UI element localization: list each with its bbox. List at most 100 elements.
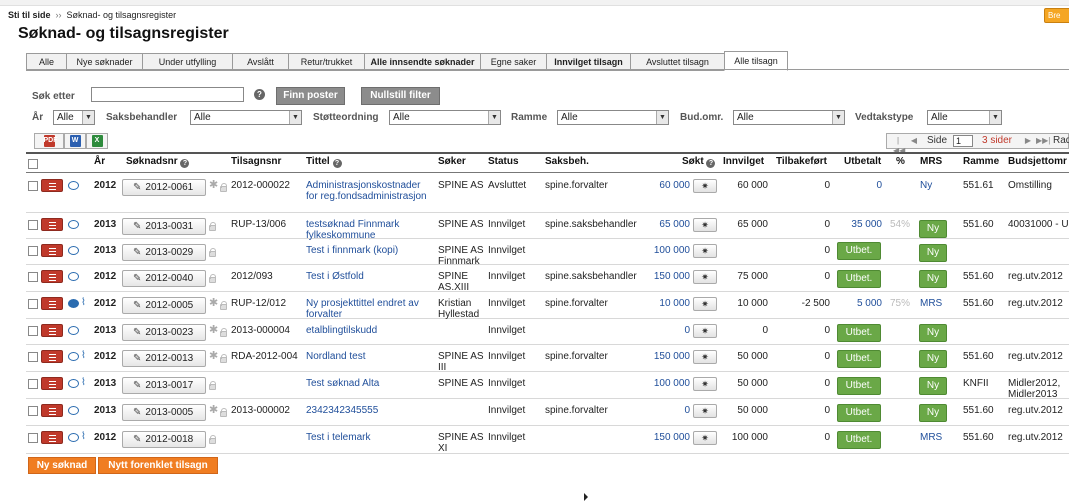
- payout-button[interactable]: Utbet.: [837, 350, 881, 368]
- mrs-new-button[interactable]: Ny: [919, 324, 947, 342]
- row-menu-button[interactable]: [41, 218, 63, 231]
- application-number-button[interactable]: ✎ 2012-0040: [122, 270, 206, 287]
- search-input[interactable]: [91, 87, 244, 102]
- row-menu-button[interactable]: [41, 297, 63, 310]
- gear-icon[interactable]: ✷: [693, 244, 717, 258]
- row-menu-button[interactable]: [41, 270, 63, 283]
- mrs-link[interactable]: MRS: [920, 298, 942, 309]
- column-header-frame[interactable]: Ramme: [963, 156, 999, 172]
- next-page-icon[interactable]: ▶: [1023, 136, 1033, 146]
- column-header-applicant[interactable]: Søker: [438, 156, 466, 172]
- export-pdf-button[interactable]: PDF: [34, 133, 64, 149]
- comment-icon[interactable]: [68, 299, 79, 308]
- gear-icon[interactable]: ✷: [693, 431, 717, 445]
- row-menu-button[interactable]: [41, 244, 63, 257]
- tab-10[interactable]: Alle tilsagn: [724, 51, 788, 71]
- gear-icon[interactable]: ✷: [693, 179, 717, 193]
- gear-icon[interactable]: ✷: [693, 377, 717, 391]
- comment-icon[interactable]: [68, 406, 79, 415]
- comment-icon[interactable]: [68, 272, 79, 281]
- column-header-applied[interactable]: Søkt ?: [682, 156, 716, 172]
- help-icon[interactable]: ?: [706, 159, 716, 168]
- row-checkbox[interactable]: [28, 433, 38, 443]
- application-number-button[interactable]: ✎ 2013-0029: [122, 244, 206, 261]
- payout-button[interactable]: Utbet.: [837, 242, 881, 260]
- application-title-link[interactable]: Test i Østfold: [306, 271, 434, 282]
- column-header-status[interactable]: Status: [488, 156, 519, 172]
- application-title-link[interactable]: Administrasjonskostnader for reg.fondsad…: [306, 180, 434, 202]
- top-right-button[interactable]: Bre: [1044, 8, 1069, 23]
- column-header-mrs[interactable]: MRS: [920, 156, 942, 172]
- year-filter-select[interactable]: Alle ▼: [53, 110, 95, 125]
- gear-icon[interactable]: ✷: [693, 297, 717, 311]
- application-number-button[interactable]: ✎ 2012-0013: [122, 350, 206, 367]
- mrs-link[interactable]: MRS: [920, 432, 942, 443]
- column-header-pct[interactable]: %: [896, 156, 905, 172]
- attachment-icon[interactable]: ⌇: [81, 351, 86, 361]
- comment-icon[interactable]: [68, 433, 79, 442]
- application-title-link[interactable]: Test i finnmark (kopi): [306, 245, 434, 256]
- new-application-button[interactable]: Ny søknad: [28, 457, 96, 474]
- row-checkbox[interactable]: [28, 326, 38, 336]
- row-checkbox[interactable]: [28, 379, 38, 389]
- gear-icon[interactable]: ✷: [693, 350, 717, 364]
- export-excel-button[interactable]: X: [86, 133, 108, 149]
- column-header-nr[interactable]: Søknadsnr ?: [126, 156, 190, 172]
- payout-button[interactable]: Utbet.: [837, 270, 881, 288]
- row-checkbox[interactable]: [28, 220, 38, 230]
- help-icon[interactable]: ?: [332, 159, 342, 168]
- column-header-budget[interactable]: Budsjettomr: [1008, 156, 1067, 172]
- mrs-link[interactable]: Ny: [920, 180, 932, 191]
- application-number-button[interactable]: ✎ 2012-0005: [122, 297, 206, 314]
- application-title-link[interactable]: testsøknad Finnmark fylkeskommune: [306, 219, 434, 241]
- export-word-button[interactable]: W: [64, 133, 86, 149]
- column-header-title[interactable]: Tittel ?: [306, 156, 342, 172]
- payout-button[interactable]: Utbet.: [837, 377, 881, 395]
- row-menu-button[interactable]: [41, 350, 63, 363]
- mrs-new-button[interactable]: Ny: [919, 377, 947, 395]
- row-checkbox[interactable]: [28, 272, 38, 282]
- row-menu-button[interactable]: [41, 404, 63, 417]
- row-checkbox[interactable]: [28, 246, 38, 256]
- first-page-icon[interactable]: |◀◀: [893, 136, 905, 155]
- breadcrumb-home[interactable]: Sti til side: [8, 10, 51, 20]
- column-header-granted[interactable]: Innvilget: [723, 156, 764, 172]
- mrs-new-button[interactable]: Ny: [919, 244, 947, 262]
- payout-button[interactable]: Utbet.: [837, 404, 881, 422]
- application-number-button[interactable]: ✎ 2013-0031: [122, 218, 206, 235]
- reset-filter-button[interactable]: Nullstill filter: [361, 87, 440, 105]
- application-number-button[interactable]: ✎ 2012-0061: [122, 179, 206, 196]
- gear-icon[interactable]: ✷: [693, 404, 717, 418]
- mrs-new-button[interactable]: Ny: [919, 350, 947, 368]
- row-menu-button[interactable]: [41, 377, 63, 390]
- page-select[interactable]: 1: [953, 135, 973, 147]
- application-title-link[interactable]: Ny prosjekttittel endret av forvalter: [306, 298, 434, 320]
- caseworker-filter-select[interactable]: Alle ▼: [190, 110, 302, 125]
- row-checkbox[interactable]: [28, 406, 38, 416]
- budget-area-filter-select[interactable]: Alle ▼: [733, 110, 845, 125]
- comment-icon[interactable]: [68, 326, 79, 335]
- gear-icon[interactable]: ✷: [693, 218, 717, 232]
- column-header-returned[interactable]: Tilbakeført: [776, 156, 827, 172]
- application-number-button[interactable]: ✎ 2013-0005: [122, 404, 206, 421]
- application-number-button[interactable]: ✎ 2013-0017: [122, 377, 206, 394]
- select-all-checkbox[interactable]: [28, 159, 38, 169]
- application-title-link[interactable]: etalblingtilskudd: [306, 325, 434, 336]
- mrs-new-button[interactable]: Ny: [919, 404, 947, 422]
- gear-icon[interactable]: ✷: [693, 324, 717, 338]
- decision-type-filter-select[interactable]: Alle ▼: [927, 110, 1002, 125]
- column-header-year[interactable]: År: [94, 156, 105, 172]
- mrs-new-button[interactable]: Ny: [919, 270, 947, 288]
- comment-icon[interactable]: [68, 379, 79, 388]
- frame-filter-select[interactable]: Alle ▼: [557, 110, 669, 125]
- column-header-caseworker[interactable]: Saksbeh.: [545, 156, 589, 172]
- application-title-link[interactable]: 2342342345555: [306, 405, 434, 416]
- gear-icon[interactable]: ✷: [693, 270, 717, 284]
- new-simple-grant-button[interactable]: Nytt forenklet tilsagn: [98, 457, 218, 474]
- help-icon[interactable]: ?: [180, 159, 190, 168]
- application-title-link[interactable]: Test i telemark: [306, 432, 434, 443]
- row-menu-button[interactable]: [41, 324, 63, 337]
- application-number-button[interactable]: ✎ 2012-0018: [122, 431, 206, 448]
- application-title-link[interactable]: Nordland test: [306, 351, 434, 362]
- attachment-icon[interactable]: ⌇: [81, 432, 86, 442]
